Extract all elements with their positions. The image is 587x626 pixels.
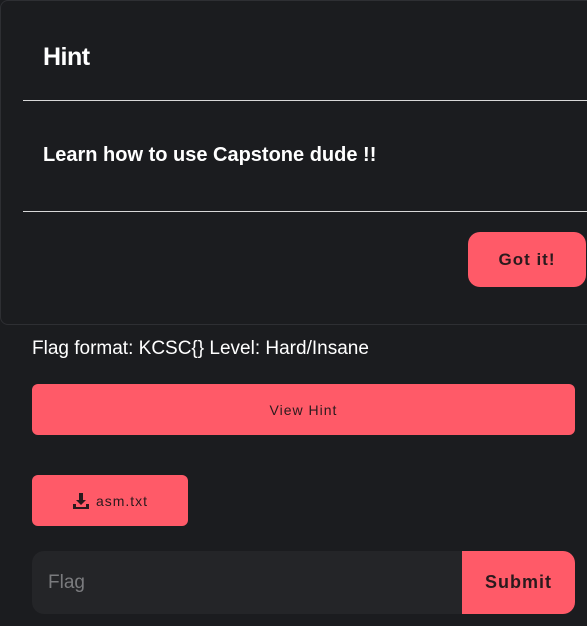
download-icon [72,492,90,510]
modal-title: Hint [43,43,90,71]
download-file-label: asm.txt [95,492,149,509]
challenge-info: Flag format: KCSC{} Level: Hard/Insane [32,338,369,359]
hint-modal: Hint Learn how to use Capstone dude !! G… [0,0,587,325]
submit-button[interactable]: Submit [462,551,575,614]
flag-input[interactable] [32,551,462,614]
got-it-button[interactable]: Got it! [468,232,586,287]
modal-body-text: Learn how to use Capstone dude !! [43,144,377,166]
view-hint-button[interactable]: View Hint [32,384,575,435]
modal-header-divider [23,100,587,101]
modal-footer-divider [23,211,587,212]
flag-form: Submit [32,551,575,614]
download-file-button[interactable]: asm.txt [32,475,188,526]
